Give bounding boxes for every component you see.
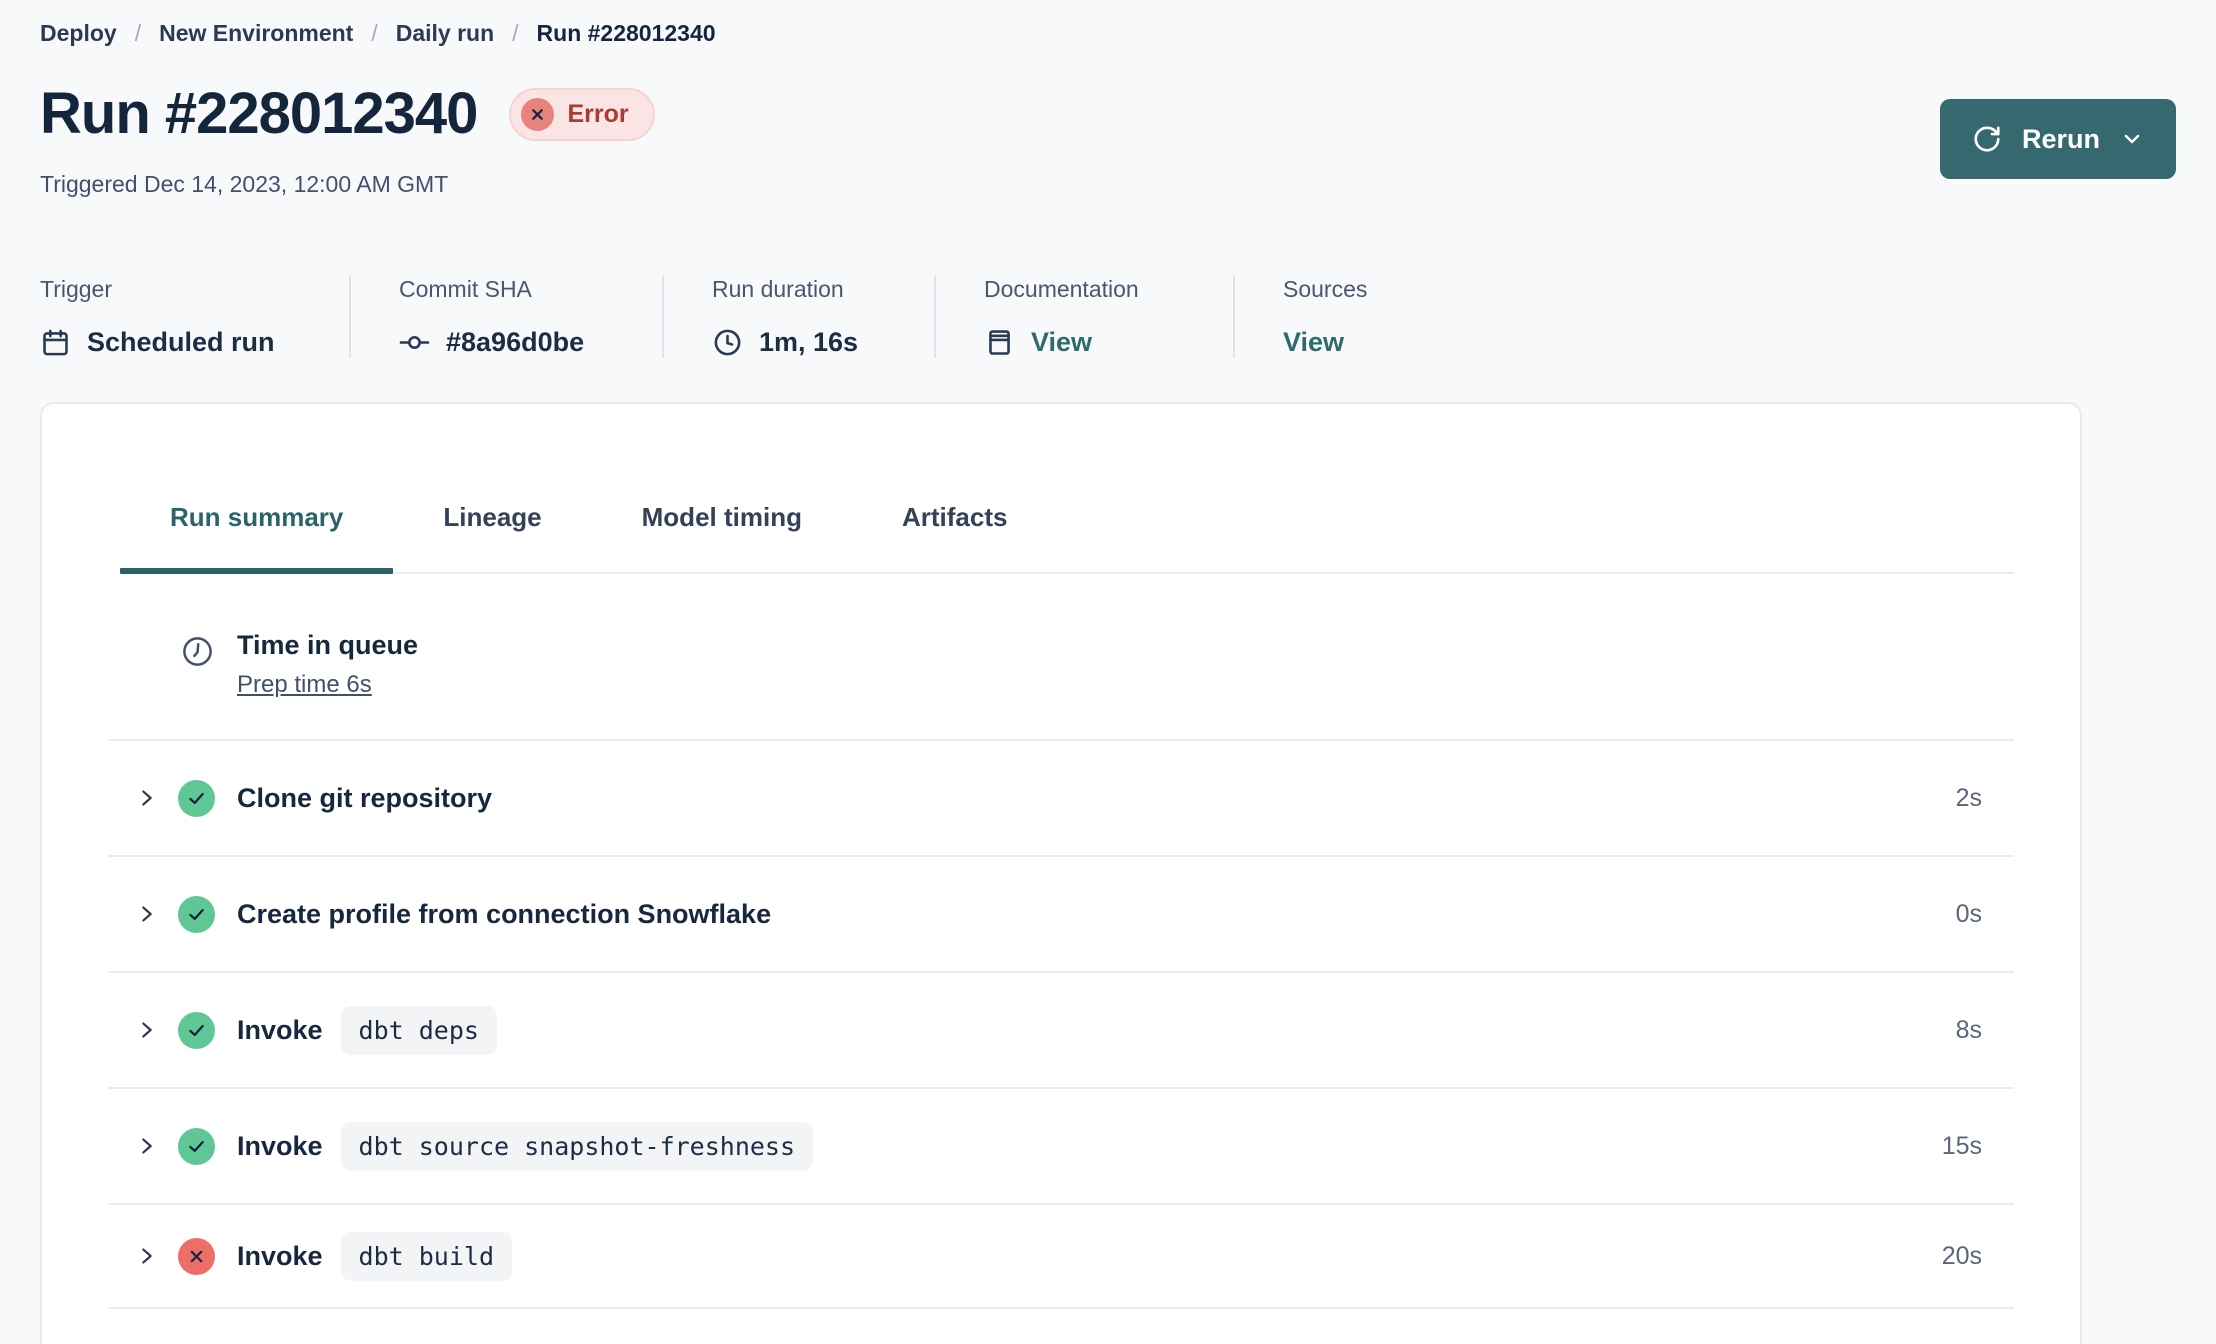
step-title: Invoke	[237, 1014, 323, 1045]
time-in-queue-section: Time in queue Prep time 6s	[108, 574, 2014, 741]
meta-link-text: View	[1283, 327, 1345, 357]
tab-run-summary[interactable]: Run summary	[120, 500, 394, 574]
header-left: Run #228012340 Error Triggered Dec 14, 2…	[40, 83, 655, 198]
breadcrumb: Deploy / New Environment / Daily run / R…	[0, 0, 2216, 47]
meta-label: Run duration	[712, 276, 844, 302]
breadcrumb-separator: /	[512, 20, 519, 46]
meta-value-text: 1m, 16s	[759, 327, 859, 357]
check-circle-icon	[178, 1011, 215, 1049]
meta-value-text: Scheduled run	[87, 327, 275, 357]
queue-text: Time in queue Prep time 6s	[237, 630, 418, 699]
chevron-right-icon[interactable]	[136, 1135, 158, 1157]
prep-time-link[interactable]: Prep time 6s	[237, 671, 372, 699]
breadcrumb-separator: /	[134, 20, 142, 46]
tab-artifacts[interactable]: Artifacts	[852, 500, 1057, 572]
chevron-right-icon[interactable]	[136, 1245, 158, 1267]
clock-icon	[712, 327, 743, 358]
rerun-button[interactable]: Rerun	[1939, 99, 2176, 179]
step-title: Invoke	[237, 1130, 323, 1161]
page-title: Run #228012340	[40, 81, 478, 146]
step-command-chip: dbt build	[340, 1231, 513, 1281]
queue-title: Time in queue	[237, 630, 419, 660]
step-duration: 8s	[1955, 1015, 1982, 1044]
chevron-right-icon[interactable]	[136, 903, 158, 925]
document-icon	[984, 327, 1015, 358]
chevron-right-icon[interactable]	[136, 787, 158, 809]
clock-icon	[180, 634, 215, 669]
title-row: Run #228012340 Error	[40, 83, 655, 145]
step-title: Invoke	[237, 1240, 323, 1271]
step-title: Clone git repository	[237, 782, 493, 813]
step-row-create-profile[interactable]: Create profile from connection Snowflake…	[108, 857, 2014, 973]
documentation-view-link[interactable]: View	[984, 327, 1233, 358]
breadcrumb-item-job[interactable]: Daily run	[396, 20, 494, 47]
triggered-timestamp: Triggered Dec 14, 2023, 12:00 AM GMT	[40, 171, 449, 197]
refresh-icon	[1972, 124, 2002, 154]
meta-sources: Sources View	[1233, 276, 1367, 358]
step-row-dbt-build[interactable]: Invoke dbt build 20s	[108, 1205, 2014, 1309]
tab-bar: Run summary Lineage Model timing Artifac…	[120, 404, 2014, 574]
breadcrumb-separator: /	[371, 20, 378, 46]
step-duration: 15s	[1941, 1131, 1982, 1160]
meta-value-text: #8a96d0be	[446, 327, 585, 357]
check-circle-icon	[178, 779, 215, 817]
meta-trigger: Trigger Scheduled run	[40, 276, 349, 358]
meta-link-text: View	[1031, 327, 1093, 357]
calendar-icon	[40, 327, 71, 358]
breadcrumb-item-environment[interactable]: New Environment	[159, 20, 353, 47]
commit-icon	[399, 327, 430, 358]
meta-label: Trigger	[40, 276, 112, 302]
step-duration: 20s	[1941, 1241, 1982, 1270]
chevron-down-icon	[2120, 127, 2144, 151]
x-circle-icon	[521, 97, 555, 131]
check-circle-icon	[178, 1127, 215, 1165]
sources-view-link[interactable]: View	[1283, 327, 1367, 358]
tab-lineage[interactable]: Lineage	[393, 500, 591, 572]
breadcrumb-item-deploy[interactable]: Deploy	[40, 20, 117, 47]
meta-label: Documentation	[984, 276, 1139, 302]
step-command-chip: dbt source snapshot-freshness	[340, 1121, 814, 1171]
tab-model-timing[interactable]: Model timing	[592, 500, 852, 572]
run-summary-card: Run summary Lineage Model timing Artifac…	[40, 402, 2082, 1344]
meta-label: Commit SHA	[399, 276, 532, 302]
step-duration: 2s	[1955, 783, 1982, 812]
step-row-snapshot-freshness[interactable]: Invoke dbt source snapshot-freshness 15s	[108, 1089, 2014, 1205]
step-duration: 0s	[1955, 899, 1982, 928]
meta-commit-sha: Commit SHA #8a96d0be	[349, 276, 662, 358]
x-circle-icon	[178, 1237, 215, 1275]
status-badge: Error	[509, 87, 655, 141]
status-badge-label: Error	[567, 99, 629, 128]
rerun-button-label: Rerun	[2021, 123, 2100, 154]
meta-documentation: Documentation View	[934, 276, 1233, 358]
breadcrumb-item-run: Run #228012340	[536, 20, 716, 46]
page-header: Run #228012340 Error Triggered Dec 14, 2…	[40, 83, 2176, 198]
run-detail-page: Deploy / New Environment / Daily run / R…	[0, 0, 2216, 1344]
chevron-right-icon[interactable]	[136, 1019, 158, 1041]
check-circle-icon	[178, 895, 215, 933]
step-command-chip: dbt deps	[340, 1005, 497, 1055]
step-row-clone-git[interactable]: Clone git repository 2s	[108, 741, 2014, 857]
run-metadata-row: Trigger Scheduled run Commit SHA #8a96d0…	[40, 276, 2176, 358]
step-title: Create profile from connection Snowflake	[237, 898, 772, 929]
meta-label: Sources	[1283, 276, 1368, 302]
step-row-dbt-deps[interactable]: Invoke dbt deps 8s	[108, 973, 2014, 1089]
meta-run-duration: Run duration 1m, 16s	[662, 276, 934, 358]
